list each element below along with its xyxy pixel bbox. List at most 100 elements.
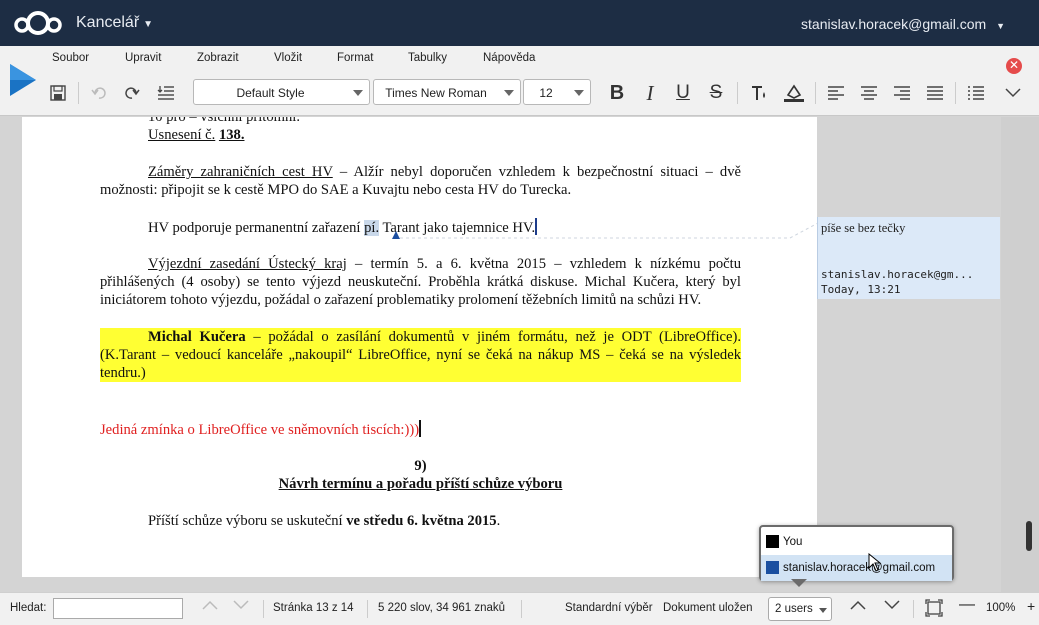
users-count: 2 users — [775, 603, 813, 615]
strikethrough-icon[interactable]: S — [704, 80, 728, 106]
cloud-logo-icon[interactable] — [12, 8, 64, 38]
person-name: Michal Kučera — [148, 329, 246, 345]
paragraph: Záměry zahraničních cest HV – Alžír neby… — [100, 163, 741, 199]
text-line: 10 pro – všichni přítomni. — [148, 117, 301, 125]
close-icon[interactable]: ✕ — [1006, 58, 1022, 74]
toolbar-separator — [78, 82, 79, 104]
underline-icon[interactable]: U — [671, 80, 695, 106]
top-header: Kancelář ▼ stanislav.horacek@gmail.com ▼ — [0, 0, 1039, 46]
document-page[interactable]: 10 pro – všichni přítomni. Usnesení č. 1… — [22, 117, 819, 577]
search-input[interactable] — [53, 598, 183, 619]
menu-tabulky[interactable]: Tabulky — [408, 52, 447, 64]
chevron-down-icon — [504, 90, 514, 96]
text-cursor — [419, 420, 422, 437]
paragraph-heading: Výjezdní zasedání Ústecký kraj — [148, 256, 347, 272]
paragraph-text: Jediná zmínka o LibreOffice ve sněmovníc… — [100, 422, 420, 438]
redo-icon[interactable] — [121, 80, 143, 106]
menu-vlozit[interactable]: Vložit — [274, 52, 302, 64]
paragraph-style-value: Default Style — [236, 86, 305, 100]
comment-text: píše se bez tečky — [821, 221, 906, 235]
users-popup: You stanislav.horacek@gmail.com — [759, 525, 954, 581]
font-size-value: 12 — [539, 86, 553, 100]
paragraph: Příští schůze výboru se uskuteční ve stř… — [100, 512, 741, 530]
zoom-in-icon[interactable]: + — [1027, 598, 1035, 614]
highlighted-paragraph: Michal Kučera – požádal o zasílání dokum… — [100, 328, 741, 382]
chevron-down-icon — [819, 608, 827, 613]
document-app-icon — [10, 64, 36, 96]
undo-icon[interactable] — [88, 80, 110, 106]
word-count: 5 220 slov, 34 961 znaků — [378, 602, 506, 614]
chevron-down-icon[interactable] — [883, 599, 901, 614]
align-center-icon[interactable] — [857, 80, 881, 106]
zoom-out-icon[interactable]: — — [959, 596, 975, 614]
paragraph: Usnesení č. 138. — [100, 126, 741, 144]
align-left-icon[interactable] — [824, 80, 848, 106]
search-prev-icon[interactable] — [201, 599, 219, 614]
comments-panel — [817, 117, 1001, 592]
paragraph-text: Příští schůze výboru se uskuteční — [148, 513, 347, 529]
vertical-scrollbar[interactable] — [1001, 117, 1039, 592]
paragraph-heading: Záměry zahraničních cest HV — [148, 164, 333, 180]
scrollbar-thumb[interactable] — [1026, 521, 1032, 551]
highlight-color-icon[interactable] — [781, 80, 807, 106]
section-number: 9) — [414, 458, 427, 474]
menu-format[interactable]: Format — [337, 52, 373, 64]
save-icon[interactable] — [46, 80, 70, 106]
page-indicator: Stránka 13 z 14 — [273, 602, 354, 614]
section-title: Návrh termínu a pořadu příští schůze výb… — [278, 476, 563, 492]
comment-author: stanislav.horacek@gm... — [821, 268, 974, 281]
selected-text[interactable]: pí. — [364, 220, 380, 236]
chevron-down-icon — [574, 90, 584, 96]
user-color-swatch — [766, 535, 779, 548]
chevron-up-icon[interactable] — [849, 599, 867, 614]
user-name: stanislav.horacek@gmail.com — [783, 562, 936, 574]
search-label: Hledat: — [10, 602, 47, 614]
align-right-icon[interactable] — [890, 80, 914, 106]
status-separator — [367, 600, 368, 618]
font-name-select[interactable]: Times New Roman — [373, 79, 521, 105]
paragraph: Výjezdní zasedání Ústecký kraj – termín … — [100, 255, 741, 309]
user-color-swatch — [766, 561, 779, 574]
bold-icon[interactable]: B — [605, 80, 629, 106]
resolution-number: 138. — [218, 127, 245, 143]
zoom-level: 100% — [986, 602, 1016, 614]
status-separator — [521, 600, 522, 618]
menu-zobrazit[interactable]: Zobrazit — [197, 52, 239, 64]
menu-napoveda[interactable]: Nápověda — [483, 52, 535, 64]
app-name: Kancelář — [76, 14, 140, 31]
app-switcher[interactable]: Kancelář ▼ — [76, 14, 153, 32]
font-name-value: Times New Roman — [385, 86, 487, 100]
toolbar-separator — [955, 82, 956, 104]
user-menu[interactable]: stanislav.horacek@gmail.com ▼ — [801, 16, 1005, 32]
comment-card[interactable]: píše se bez tečky stanislav.horacek@gm..… — [817, 217, 1000, 299]
users-select[interactable]: 2 users — [768, 597, 832, 621]
chevron-down-icon: ▼ — [143, 19, 154, 30]
status-bar: Hledat: Stránka 13 z 14 5 220 slov, 34 9… — [0, 592, 1039, 625]
comment-time: Today, 13:21 — [821, 283, 901, 296]
date-text: ve středu 6. května 2015 — [346, 513, 497, 529]
paragraph: 10 pro – všichni přítomni. — [100, 117, 741, 126]
justify-icon[interactable] — [923, 80, 947, 106]
paragraph-text: . — [496, 513, 501, 529]
font-size-select[interactable]: 12 — [523, 79, 591, 105]
paragraph-text: HV podporuje permanentní zařazení — [148, 220, 365, 236]
user-list-item[interactable]: stanislav.horacek@gmail.com — [761, 555, 952, 581]
fit-page-icon[interactable] — [925, 599, 943, 620]
toolbar-area: Soubor Upravit Zobrazit Vložit Format Ta… — [0, 46, 1039, 116]
document-status: Dokument uložen — [663, 602, 753, 614]
red-paragraph: Jediná zmínka o LibreOffice ve sněmovníc… — [100, 420, 741, 439]
menu-upravit[interactable]: Upravit — [125, 52, 161, 64]
list-icon[interactable] — [964, 80, 988, 106]
user-list-item[interactable]: You — [761, 529, 952, 555]
menu-soubor[interactable]: Soubor — [52, 52, 89, 64]
more-icon[interactable] — [1001, 80, 1025, 106]
text-color-icon[interactable] — [747, 80, 773, 106]
format-paintbrush-icon[interactable] — [154, 80, 178, 106]
mouse-pointer-icon — [868, 553, 882, 572]
resolution-label: Usnesení č. — [148, 127, 216, 143]
paragraph-style-select[interactable]: Default Style — [193, 79, 370, 105]
search-next-icon[interactable] — [232, 599, 250, 614]
italic-icon[interactable]: I — [638, 80, 662, 106]
user-email: stanislav.horacek@gmail.com — [801, 16, 987, 32]
toolbar-separator — [737, 82, 738, 104]
